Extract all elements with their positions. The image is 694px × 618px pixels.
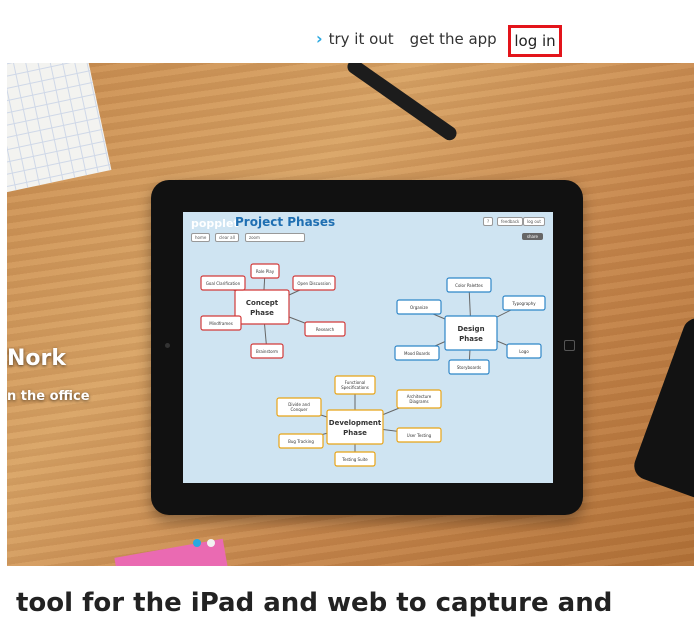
svg-text:Development: Development	[329, 419, 382, 427]
svg-text:Concept: Concept	[246, 299, 279, 307]
svg-text:Phase: Phase	[250, 309, 274, 317]
svg-text:Testing Suite: Testing Suite	[341, 457, 368, 462]
login-button[interactable]: log in	[508, 25, 562, 57]
nav-try-it-out[interactable]: › try it out	[316, 30, 394, 48]
stapler-image	[630, 314, 694, 502]
svg-text:Design: Design	[457, 325, 484, 333]
svg-text:Open Discussion: Open Discussion	[297, 281, 331, 286]
slider-dot-active[interactable]	[193, 539, 201, 547]
svg-text:User Testing: User Testing	[407, 433, 432, 438]
svg-text:Role Play: Role Play	[256, 269, 275, 274]
svg-text:Phase: Phase	[343, 429, 367, 437]
svg-text:Typography: Typography	[511, 301, 536, 306]
svg-text:Logo: Logo	[519, 349, 529, 354]
svg-text:Specifications: Specifications	[341, 385, 369, 390]
tagline: tool for the iPad and web to capture and	[16, 588, 613, 618]
popplet-screen: popplet Project Phases home clear all zo…	[183, 212, 553, 483]
hero-heading: Nork	[7, 346, 67, 371]
hero-subtext: n the office	[7, 389, 90, 404]
svg-text:Bug Tracking: Bug Tracking	[288, 439, 314, 444]
slider-dots	[193, 539, 221, 547]
nav-get-the-app[interactable]: get the app	[410, 30, 497, 48]
slider-dot[interactable]	[207, 539, 215, 547]
chevron-right-icon: ›	[316, 29, 323, 48]
svg-text:Goal Clarification: Goal Clarification	[206, 281, 241, 286]
svg-text:Mood Boards: Mood Boards	[404, 351, 430, 356]
top-nav: › try it out get the app log in	[0, 0, 694, 62]
ipad-camera	[165, 343, 170, 348]
svg-text:Phase: Phase	[459, 335, 483, 343]
login-label: log in	[514, 32, 556, 50]
mind-map: Concept Phase Role Play Goal Clarificati…	[200, 263, 546, 467]
hero-slider: popplet Project Phases home clear all zo…	[7, 63, 694, 566]
svg-text:Storyboards: Storyboards	[457, 365, 481, 370]
svg-text:Brainstorm: Brainstorm	[256, 349, 278, 354]
ipad-home-button	[564, 340, 575, 351]
svg-text:Color Palettes: Color Palettes	[455, 283, 483, 288]
svg-text:Research: Research	[316, 327, 335, 332]
nav-links: › try it out get the app	[316, 30, 513, 48]
pen-image	[344, 63, 460, 144]
svg-text:Conquer: Conquer	[291, 407, 308, 412]
ipad-device: popplet Project Phases home clear all zo…	[151, 180, 583, 515]
nav-try-it-out-label: try it out	[328, 30, 394, 48]
svg-text:Organize: Organize	[410, 305, 428, 310]
phone-cord-image	[555, 63, 694, 188]
svg-text:Diagrams: Diagrams	[409, 399, 428, 404]
svg-text:Mindframes: Mindframes	[209, 321, 233, 326]
notepad-image	[7, 63, 112, 193]
nav-get-the-app-label: get the app	[409, 30, 497, 48]
